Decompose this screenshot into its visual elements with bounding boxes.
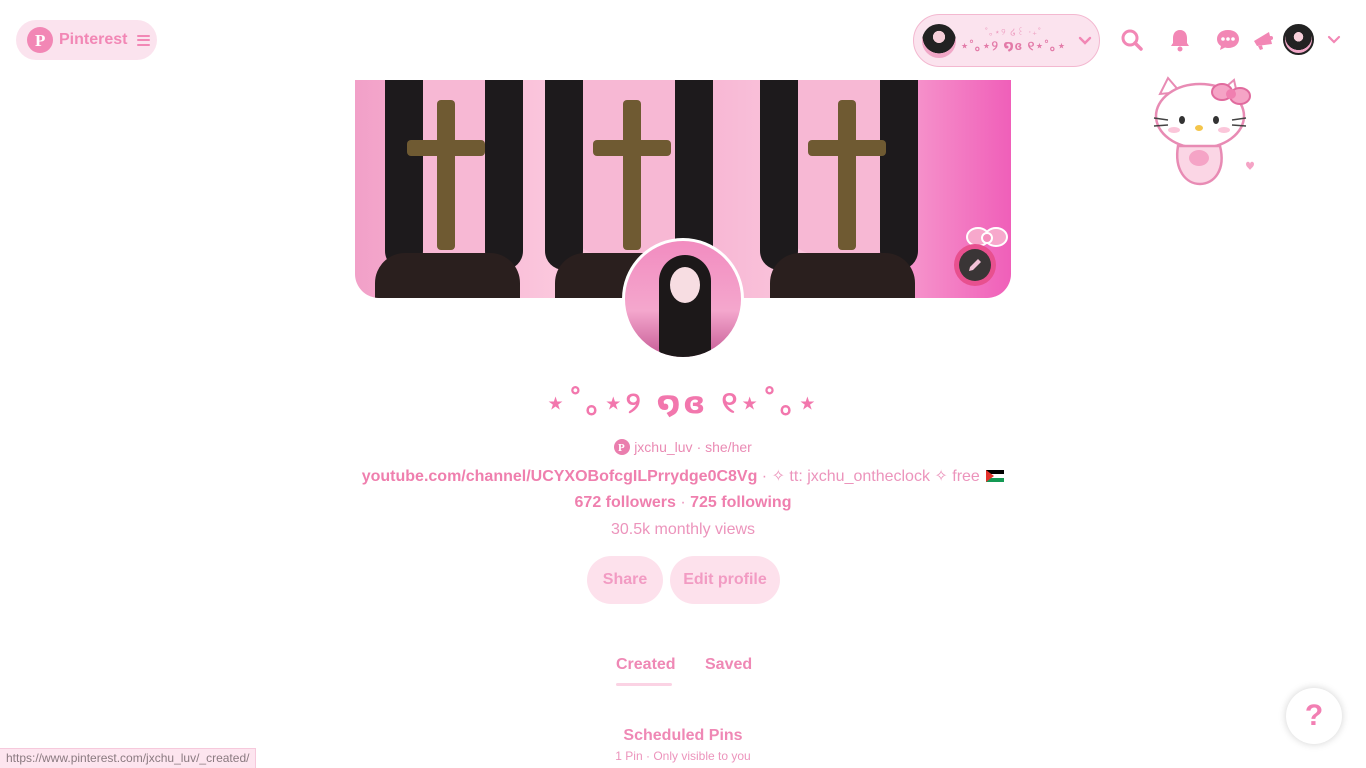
palestine-flag-icon: [986, 470, 1005, 482]
svg-text:P: P: [618, 442, 625, 453]
tab-saved[interactable]: Saved: [705, 656, 752, 674]
scheduled-pins-subtitle: 1 Pin · Only visible to you: [615, 749, 751, 763]
profile-handle: jxchu_luv: [634, 439, 693, 455]
following-link[interactable]: 725 following: [690, 494, 791, 511]
follow-stats: 672 followers · 725 following: [383, 494, 983, 512]
tab-created[interactable]: Created: [616, 656, 676, 674]
hamburger-menu-icon: [137, 34, 151, 46]
edit-profile-button[interactable]: Edit profile: [670, 556, 780, 604]
message-icon[interactable]: [1214, 26, 1242, 54]
account-small-name: ˚｡⋆୨ ໒꒰ ‧₊˚: [984, 27, 1043, 38]
follow-separator: ·: [675, 494, 691, 511]
active-tab-indicator: [616, 683, 672, 686]
account-avatar: [922, 23, 956, 58]
chevron-down-icon: [1071, 36, 1099, 46]
pinterest-home-menu[interactable]: P Pinterest: [16, 20, 157, 60]
hello-kitty-sticker-icon: [1153, 76, 1254, 186]
bio-text: · ✧ tt: jxchu_ontheclock ✧ free: [757, 468, 985, 485]
bio-website-link[interactable]: youtube.com/channel/UCYXOBofcgILPrrydge0…: [362, 468, 758, 485]
search-icon[interactable]: [1118, 26, 1146, 54]
profile-avatar-button[interactable]: [1283, 24, 1314, 55]
logo-label: Pinterest: [59, 31, 128, 48]
pencil-icon: [959, 249, 991, 281]
svg-text:P: P: [35, 31, 45, 49]
pinterest-logo-icon: P: [27, 27, 53, 53]
handle-row: P jxchu_luv · she/her: [383, 439, 983, 455]
scheduled-pins-title[interactable]: Scheduled Pins: [483, 727, 883, 745]
edit-cover-button[interactable]: [947, 242, 1003, 288]
status-bar-url: https://www.pinterest.com/jxchu_luv/_cre…: [0, 748, 257, 768]
profile-bio: youtube.com/channel/UCYXOBofcgILPrrydge0…: [283, 466, 1083, 486]
profile-avatar[interactable]: [622, 238, 744, 360]
share-button[interactable]: Share: [587, 556, 663, 604]
help-button[interactable]: ?: [1286, 688, 1342, 744]
profile-pronouns: · she/her: [696, 439, 752, 455]
profile-display-name: ⋆˚｡⋆୨ ໑ɞ ୧⋆˚｡⋆: [546, 386, 820, 421]
pinterest-logo-icon: P: [614, 439, 631, 455]
monthly-views: 30.5k monthly views: [610, 521, 756, 538]
followers-link[interactable]: 672 followers: [575, 494, 676, 511]
accounts-chevron-icon[interactable]: [1324, 30, 1344, 50]
bell-icon[interactable]: [1166, 26, 1194, 54]
megaphone-icon[interactable]: [1249, 26, 1277, 54]
account-display-name: ⋆˚｡⋆୨ ໑ɞ ୧⋆˚｡⋆: [960, 38, 1067, 54]
account-switcher[interactable]: ˚｡⋆୨ ໒꒰ ‧₊˚ ⋆˚｡⋆୨ ໑ɞ ୧⋆˚｡⋆: [913, 14, 1100, 67]
